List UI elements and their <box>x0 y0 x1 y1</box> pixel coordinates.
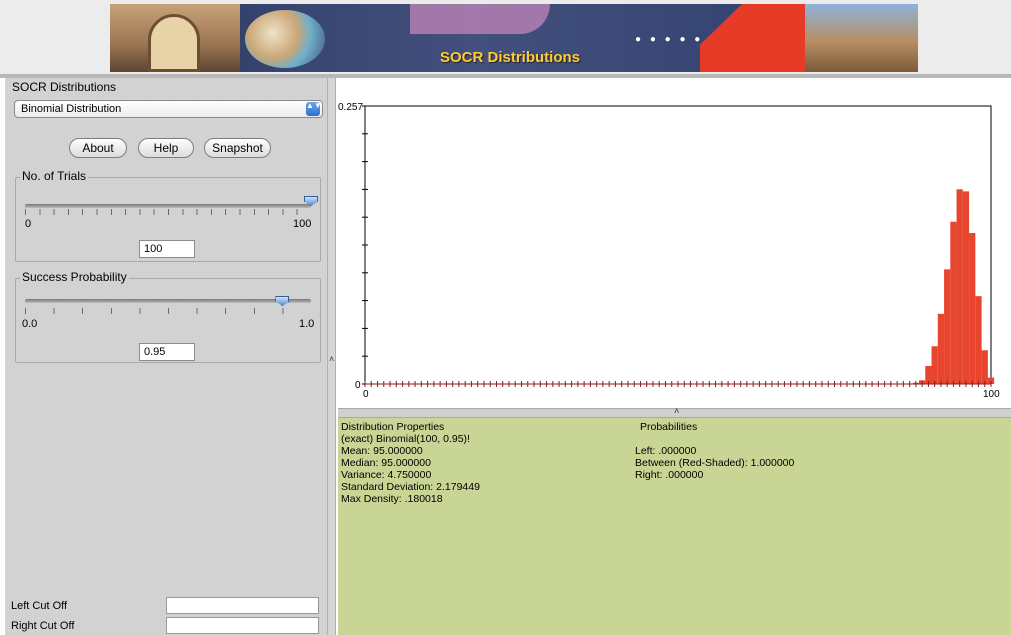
chart-canvas: 0.257 00 100 <box>338 102 1000 400</box>
variance-value: Variance: 4.750000 <box>341 469 432 481</box>
y-tick-label-min: 0 <box>355 380 361 391</box>
probability-bar <box>962 191 970 384</box>
banner-red-shape <box>700 4 805 72</box>
success-slider-ticks <box>25 308 311 314</box>
median-value: Median: 95.000000 <box>341 457 431 469</box>
banner-title: SOCR Distributions <box>440 49 581 66</box>
plot-frame <box>364 105 992 385</box>
building-photo-left <box>110 4 240 72</box>
help-button[interactable]: Help <box>138 138 194 158</box>
building-photo-right <box>805 4 918 72</box>
properties-header: Distribution Properties <box>341 421 445 433</box>
banner-strip: ● ● ● ● ● SOCR Distributions <box>0 0 1011 74</box>
panel-title: SOCR Distributions <box>12 80 117 94</box>
probability-bar <box>937 313 945 384</box>
probabilities-column: Probabilities Left: .000000 Between (Red… <box>635 421 794 481</box>
probability-bar <box>981 350 988 384</box>
x-tick-label-max: 100 <box>983 389 1000 400</box>
trials-label: No. of Trials <box>20 169 89 183</box>
success-slider-thumb[interactable] <box>275 296 290 310</box>
probability-bar <box>950 221 957 384</box>
probability-bar <box>975 296 982 384</box>
socr-banner-image: ● ● ● ● ● SOCR Distributions <box>110 4 918 72</box>
distribution-select[interactable]: Binomial Distribution ▲▼ <box>14 100 323 118</box>
trials-max-label: 100 <box>293 218 312 230</box>
trials-slider-thumb[interactable] <box>304 196 318 210</box>
banner-decoration <box>410 4 550 34</box>
trials-slider-track[interactable] <box>25 204 311 208</box>
banner-dots: ● ● ● ● ● <box>635 34 704 45</box>
distribution-properties-panel: Distribution Properties (exact) Binomial… <box>338 418 1011 635</box>
probability-bar <box>969 232 976 384</box>
success-probability-label: Success Probability <box>20 270 129 284</box>
distribution-control-panel: SOCR Distributions Binomial Distribution… <box>5 78 327 635</box>
about-button[interactable]: About <box>69 138 127 158</box>
probability-bar <box>956 189 963 384</box>
properties-column: Distribution Properties (exact) Binomial… <box>341 421 480 505</box>
right-probability: Right: .000000 <box>635 469 704 481</box>
collapse-arrow-icon[interactable]: ˄ <box>329 354 334 364</box>
left-probability: Left: .000000 <box>635 445 697 457</box>
left-cut-off-label: Left Cut Off <box>11 600 68 612</box>
success-slider-track[interactable] <box>25 299 311 303</box>
std-dev-value: Standard Deviation: 2.179449 <box>341 481 480 493</box>
success-value-field[interactable]: 0.95 <box>139 343 195 361</box>
distribution-description: (exact) Binomial(100, 0.95)! <box>341 433 470 445</box>
x-tick-label-min: 0 <box>363 389 369 400</box>
y-tick-label-max: 0.257 <box>338 102 363 113</box>
probabilities-header: Probabilities <box>640 421 698 433</box>
right-cut-off-label: Right Cut Off <box>11 620 75 632</box>
select-spinner-icon: ▲▼ <box>306 102 322 116</box>
distribution-select-value: Binomial Distribution <box>21 103 122 115</box>
trials-value-field[interactable]: 100 <box>139 240 195 258</box>
success-min-label: 0.0 <box>22 318 38 330</box>
success-max-label: 1.0 <box>299 318 315 330</box>
between-probability: Between (Red-Shaded): 1.000000 <box>635 457 795 469</box>
vertical-splitter[interactable]: ˄ <box>327 78 336 635</box>
right-cut-off-field[interactable] <box>166 617 319 634</box>
mean-value: Mean: 95.000000 <box>341 445 423 457</box>
brain-graphic <box>245 10 325 68</box>
expand-arrow-icon[interactable]: ˄ <box>674 406 679 416</box>
trials-min-label: 0 <box>25 218 32 230</box>
max-density-value: Max Density: .180018 <box>341 493 443 505</box>
trials-slider-ticks <box>25 209 311 215</box>
success-probability-group: Success Probability 0.0 1.0 0.95 <box>15 270 321 363</box>
distribution-chart: 0.257 0 0 100 <box>338 78 1011 408</box>
snapshot-button[interactable]: Snapshot <box>204 138 271 158</box>
probability-bar <box>944 269 951 384</box>
probability-bar <box>931 346 938 384</box>
horizontal-splitter[interactable]: ˄ <box>338 406 1011 418</box>
trials-group: No. of Trials 0 100 100 <box>15 169 321 262</box>
left-cut-off-field[interactable] <box>166 597 319 614</box>
